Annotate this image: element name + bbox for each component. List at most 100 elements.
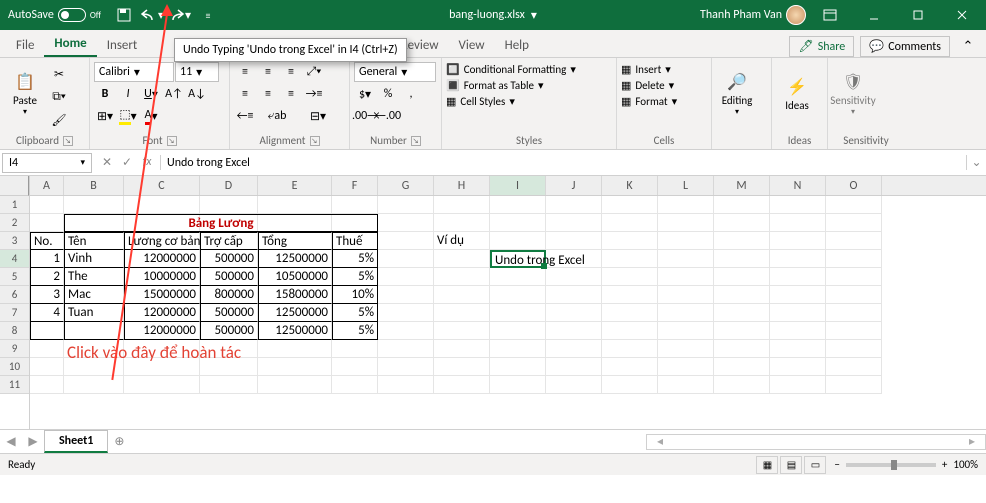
cell[interactable] [826, 286, 882, 304]
font-launcher-icon[interactable]: ↘ [167, 136, 177, 146]
zoom-slider[interactable] [846, 463, 936, 467]
cell-styles-button[interactable]: ▦Cell Styles▾ [446, 95, 515, 108]
cell[interactable] [770, 268, 826, 286]
cell[interactable] [770, 250, 826, 268]
column-header[interactable]: A [30, 176, 64, 195]
cell[interactable] [714, 322, 770, 340]
column-header[interactable]: L [658, 176, 714, 195]
cell[interactable] [332, 376, 378, 394]
decrease-font-icon[interactable]: A↓ [186, 84, 208, 104]
formula-input[interactable]: Undo trong Excel [161, 154, 966, 172]
cell[interactable] [714, 340, 770, 358]
font-size-combo[interactable]: 11▾ [175, 62, 219, 82]
spreadsheet-grid[interactable]: 1234567891011 ABCDEFGHIJKLMNO Bảng Lương… [0, 176, 986, 429]
tab-view[interactable]: View [449, 34, 495, 57]
cell[interactable] [714, 376, 770, 394]
dec-decimal-icon[interactable]: ←.00 [377, 106, 399, 126]
cell[interactable] [490, 214, 546, 232]
cell[interactable] [200, 196, 258, 214]
next-sheet-icon[interactable]: ▶ [22, 434, 44, 449]
column-header[interactable]: G [378, 176, 434, 195]
format-cells-button[interactable]: ▦Format▾ [621, 95, 677, 108]
font-name-combo[interactable]: Calibri▾ [94, 62, 174, 82]
cell[interactable] [378, 196, 434, 214]
cell[interactable] [826, 340, 882, 358]
cell[interactable]: 12500000 [258, 322, 332, 340]
cell[interactable]: 5% [332, 304, 378, 322]
orientation-icon[interactable]: ⤢▾ [303, 62, 325, 82]
ideas-button[interactable]: ⚡Ideas [776, 60, 818, 126]
cell[interactable] [490, 376, 546, 394]
cell[interactable] [434, 196, 490, 214]
cell[interactable] [258, 196, 332, 214]
format-as-table-button[interactable]: 🔳Format as Table▾ [446, 79, 544, 92]
cell[interactable] [124, 376, 200, 394]
enter-formula-icon[interactable]: ✓ [118, 155, 136, 170]
row-header[interactable]: 10 [0, 358, 29, 376]
cell[interactable]: Lương cơ bản [124, 232, 200, 250]
cell[interactable] [30, 196, 64, 214]
cell[interactable] [378, 214, 434, 232]
fx-icon[interactable]: fx [138, 155, 156, 170]
cell[interactable] [658, 268, 714, 286]
cell[interactable]: 15000000 [124, 286, 200, 304]
align-mid-icon[interactable]: ≡ [257, 62, 279, 82]
cell[interactable] [378, 232, 434, 250]
cell[interactable] [258, 376, 332, 394]
cell[interactable]: Tên [64, 232, 124, 250]
cell[interactable] [378, 322, 434, 340]
cell[interactable] [658, 250, 714, 268]
cell[interactable] [546, 340, 602, 358]
cell[interactable]: 5% [332, 268, 378, 286]
cell[interactable] [546, 304, 602, 322]
italic-button[interactable]: I [117, 84, 139, 104]
format-painter-icon[interactable]: 🖌 [48, 110, 70, 130]
cell[interactable] [770, 304, 826, 322]
cell[interactable]: 10500000 [258, 268, 332, 286]
ribbon-display-icon[interactable] [810, 0, 850, 30]
fill-color-icon[interactable]: ⬚▾ [117, 106, 139, 126]
new-sheet-icon[interactable]: ⊕ [108, 434, 130, 449]
row-header[interactable]: 6 [0, 286, 29, 304]
cell[interactable] [434, 214, 490, 232]
cell[interactable] [434, 358, 490, 376]
cell[interactable] [602, 196, 658, 214]
cell[interactable] [602, 376, 658, 394]
cell[interactable]: 15800000 [258, 286, 332, 304]
zoom-out-icon[interactable]: − [834, 458, 839, 471]
cell[interactable] [658, 304, 714, 322]
cell[interactable] [602, 358, 658, 376]
column-header[interactable]: I [490, 176, 546, 195]
cell[interactable] [770, 286, 826, 304]
row-header[interactable]: 8 [0, 322, 29, 340]
align-launcher-icon[interactable]: ↘ [310, 136, 320, 146]
cell[interactable] [200, 376, 258, 394]
cell[interactable] [602, 340, 658, 358]
normal-view-icon[interactable]: ▦ [756, 456, 778, 474]
cell[interactable]: 2 [30, 268, 64, 286]
cell[interactable] [434, 286, 490, 304]
cell[interactable]: Undo trong Excel [490, 250, 546, 268]
cell[interactable] [714, 214, 770, 232]
cell[interactable] [770, 358, 826, 376]
cell[interactable]: 4 [30, 304, 64, 322]
cell[interactable] [658, 358, 714, 376]
cell[interactable] [546, 376, 602, 394]
tab-insert[interactable]: Insert [97, 34, 141, 57]
merge-icon[interactable]: ⊟▾ [298, 106, 338, 126]
share-button[interactable]: 🖊 Share [789, 36, 854, 57]
cell[interactable]: Bảng Lương [64, 214, 378, 232]
cell[interactable] [826, 322, 882, 340]
cell[interactable] [378, 250, 434, 268]
number-launcher-icon[interactable]: ↘ [411, 136, 421, 146]
cell[interactable] [714, 268, 770, 286]
page-break-icon[interactable]: ▭ [804, 456, 826, 474]
cell[interactable] [546, 268, 602, 286]
cell[interactable] [714, 250, 770, 268]
copy-icon[interactable]: ⧉▾ [48, 87, 70, 107]
cell[interactable]: The [64, 268, 124, 286]
underline-button[interactable]: U▾ [140, 84, 162, 104]
cell[interactable] [378, 286, 434, 304]
paste-button[interactable]: 📋Paste▾ [4, 60, 46, 126]
cell[interactable]: 5% [332, 250, 378, 268]
